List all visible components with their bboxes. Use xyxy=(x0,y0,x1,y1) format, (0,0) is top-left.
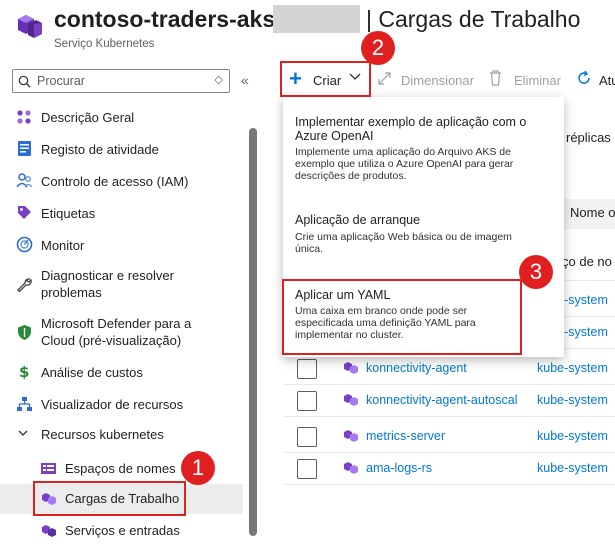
menu-item-openai-sample[interactable]: Implementar exemplo de aplicação com o A… xyxy=(295,115,557,182)
menu-item-title-line2: Azure OpenAI xyxy=(295,129,374,143)
deployment-icon xyxy=(344,362,358,374)
row-checkbox[interactable] xyxy=(297,359,317,379)
sidebar-group-kubernetes-resources[interactable]: Recursos kubernetes xyxy=(0,420,243,450)
menu-item-title: Aplicação de arranque xyxy=(295,213,421,227)
sidebar-item-label: Serviços e entradas xyxy=(65,523,180,538)
sidebar-item-label: Espaços de nomes xyxy=(65,461,176,476)
resize-button[interactable]: Dimensionar xyxy=(401,73,474,88)
column-header-label: Nome o xyxy=(570,205,615,220)
collapse-sidebar-icon[interactable]: « xyxy=(241,72,249,88)
redacted-name-mask xyxy=(273,5,360,33)
sidebar-item-label: Análise de custos xyxy=(41,365,143,380)
refresh-icon xyxy=(578,70,590,84)
namespace-icon xyxy=(41,463,56,474)
namespace-link[interactable]: kube-system xyxy=(537,361,608,375)
sidebar-item-label: Diagnosticar e resolver xyxy=(41,268,174,283)
overview-icon xyxy=(17,110,31,124)
delete-icon xyxy=(490,70,501,86)
kubernetes-service-icon xyxy=(18,15,42,38)
callout-box-create xyxy=(280,61,371,97)
iam-icon xyxy=(16,173,33,188)
callout-box-workloads xyxy=(33,481,186,516)
row-checkbox[interactable] xyxy=(297,459,317,479)
menu-item-starter-app[interactable]: Aplicação de arranque Crie uma aplicação… xyxy=(295,213,557,255)
namespace-link[interactable]: kube-system xyxy=(537,393,608,407)
search-icon xyxy=(18,75,31,88)
deployment-icon xyxy=(344,430,358,442)
services-icon xyxy=(42,525,56,537)
chevron-down-icon xyxy=(18,430,28,436)
page-subtitle: Serviço Kubernetes xyxy=(54,38,155,50)
sidebar-item-label: Controlo de acesso (IAM) xyxy=(41,174,189,189)
row-checkbox[interactable] xyxy=(297,427,317,447)
sidebar-item-iam[interactable]: Controlo de acesso (IAM) xyxy=(0,168,243,198)
callout-badge-2: 2 xyxy=(361,31,395,65)
resource-visualizer-icon xyxy=(17,397,32,411)
resize-icon xyxy=(378,72,391,85)
menu-item-description: Implemente uma aplicação do Arquivo AKS … xyxy=(295,146,514,182)
deployment-icon xyxy=(344,462,358,474)
svg-text:$: $ xyxy=(19,363,29,380)
row-divider xyxy=(283,484,615,485)
sidebar-item-diagnose[interactable]: Diagnosticar e resolver problemas xyxy=(0,264,243,304)
row-divider xyxy=(283,384,615,385)
sidebar-item-label: Recursos kubernetes xyxy=(41,427,164,442)
sidebar-item-tags[interactable]: Etiquetas xyxy=(0,200,243,230)
sidebar-item-label: Monitor xyxy=(41,238,85,253)
tag-icon xyxy=(18,206,31,219)
deployment-icon xyxy=(344,394,358,406)
menu-item-description: Crie uma aplicação Web básica ou de imag… xyxy=(295,231,512,255)
workload-name-link[interactable]: metrics-server xyxy=(366,429,445,443)
search-input[interactable]: Procurar ◇ xyxy=(12,69,230,93)
sidebar-item-label: Etiquetas xyxy=(41,206,96,221)
sidebar-item-label: Visualizador de recursos xyxy=(41,397,184,412)
column-header-name[interactable]: Nome o xyxy=(560,199,615,229)
cost-icon: $ xyxy=(19,363,29,380)
shield-icon xyxy=(18,325,31,340)
sidebar-item-label: Registo de atividade xyxy=(41,142,159,157)
replicas-text: réplicas xyxy=(566,130,611,145)
delete-button[interactable]: Eliminar xyxy=(514,73,561,88)
sidebar-item-defender[interactable]: Microsoft Defender para a Cloud (pré-vis… xyxy=(0,312,243,352)
sort-updown-icon[interactable]: ◇ xyxy=(215,73,223,86)
sidebar-item-resource-visualizer[interactable]: Visualizador de recursos xyxy=(0,390,243,420)
refresh-button[interactable]: Atu xyxy=(599,73,615,88)
row-checkbox[interactable] xyxy=(297,391,317,411)
namespace-link[interactable]: kube-system xyxy=(537,461,608,475)
page-title-suffix: | Cargas de Trabalho xyxy=(366,6,581,32)
monitor-icon xyxy=(16,236,33,253)
menu-item-title: Implementar exemplo de aplicação com o xyxy=(295,115,527,129)
activity-log-icon xyxy=(18,141,31,156)
row-divider xyxy=(283,452,615,453)
workload-name-link[interactable]: ama-logs-rs xyxy=(366,461,432,475)
sidebar-item-cost-analysis[interactable]: $ Análise de custos xyxy=(0,358,243,388)
page-title: contoso-traders-aks xyxy=(54,6,276,32)
sidebar-item-monitor[interactable]: Monitor xyxy=(0,232,243,262)
sidebar-item-label: Descrição Geral xyxy=(41,110,135,125)
sidebar-item-overview[interactable]: Descrição Geral xyxy=(0,104,243,134)
sidebar-item-activity-log[interactable]: Registo de atividade xyxy=(0,136,243,166)
callout-badge-1: 1 xyxy=(181,451,215,485)
sidebar-scrollbar-thumb[interactable] xyxy=(249,128,257,536)
namespace-link[interactable]: kube-system xyxy=(537,429,608,443)
column-header-namespace: ço de no xyxy=(562,254,612,269)
sidebar-item-label: Microsoft Defender para a xyxy=(41,316,192,331)
sidebar-item-services[interactable]: Serviços e entradas xyxy=(0,516,243,546)
workload-name-link[interactable]: konnectivity-agent xyxy=(366,361,467,375)
search-placeholder: Procurar xyxy=(37,74,85,88)
row-divider xyxy=(283,416,615,417)
callout-box-apply-yaml xyxy=(282,279,522,355)
workload-name-link[interactable]: konnectivity-agent-autoscal xyxy=(366,393,517,407)
wrench-icon xyxy=(17,278,32,293)
callout-badge-3: 3 xyxy=(519,255,553,289)
sidebar-item-label-line2: problemas xyxy=(41,285,102,300)
sidebar-item-label-line2: Cloud (pré-visualização) xyxy=(41,333,182,348)
